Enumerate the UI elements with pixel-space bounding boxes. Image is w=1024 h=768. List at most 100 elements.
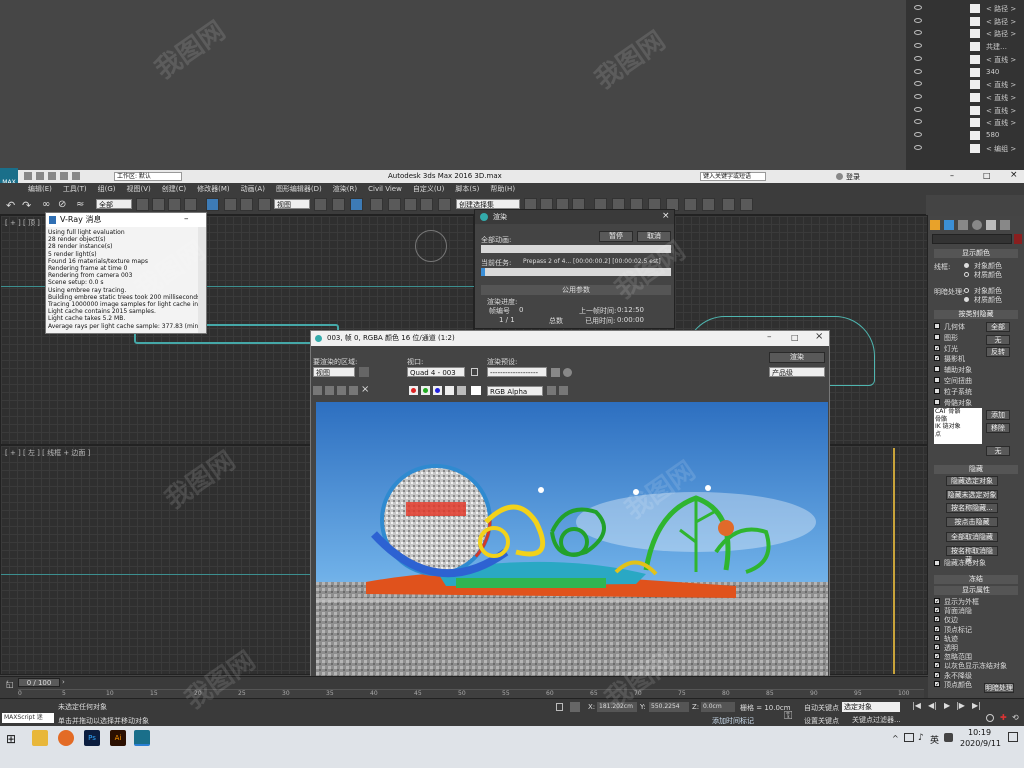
menu-item[interactable]: 创建(C) xyxy=(162,183,186,195)
menu-item[interactable]: 动画(A) xyxy=(241,183,265,195)
display-prop-checkbox[interactable]: ✓ xyxy=(934,616,940,623)
undo-icon[interactable] xyxy=(60,172,68,180)
list-item[interactable]: 点 xyxy=(935,431,982,439)
pan-icon[interactable]: ✚ xyxy=(1000,713,1007,722)
category-none-button[interactable]: 无 xyxy=(986,335,1010,345)
render-production-icon[interactable] xyxy=(684,198,697,211)
category-list[interactable]: CAT 骨骼 骨骼 IK 链对象点 xyxy=(934,408,982,444)
utilities-tab-icon[interactable] xyxy=(1000,220,1010,230)
display-prop-checkbox[interactable]: ✓ xyxy=(934,625,940,632)
edit-named-sets-icon[interactable] xyxy=(438,198,451,211)
login-button[interactable]: 登录 xyxy=(846,172,860,182)
orbit-icon[interactable]: ⟲ xyxy=(1012,713,1019,722)
go-end-icon[interactable]: ▶| xyxy=(972,701,981,710)
zoom-icon[interactable] xyxy=(986,714,994,722)
close-icon[interactable]: × xyxy=(815,331,823,342)
workspace-dropdown[interactable]: 工作区: 默认 xyxy=(114,172,182,181)
menu-item[interactable]: 视图(V) xyxy=(127,183,151,195)
print-icon[interactable] xyxy=(349,386,358,395)
toggle-ui-icon[interactable] xyxy=(547,386,556,395)
select-manipulate-icon[interactable] xyxy=(332,198,345,211)
shading-button[interactable]: 明暗处理 xyxy=(984,683,1014,693)
viewport-left-label[interactable]: [ + ] [ 左 ] [ 线框 + 边面 ] xyxy=(5,448,90,458)
y-field[interactable]: 550.2254 xyxy=(649,702,689,712)
hierarchy-tab-icon[interactable] xyxy=(958,220,968,230)
alpha-channel-icon[interactable] xyxy=(445,386,454,395)
visibility-eye-icon[interactable] xyxy=(914,144,922,150)
hide-option-button[interactable]: 隐藏选定对象 xyxy=(946,476,998,486)
prev-frame-icon[interactable]: ‹ xyxy=(6,678,9,686)
list-item[interactable]: 骨骼 xyxy=(935,416,982,424)
area-dropdown[interactable]: 视图 xyxy=(313,367,355,377)
search-input[interactable]: 键入关键字或短语 xyxy=(700,172,766,181)
vray-frame-buffer-icon[interactable] xyxy=(722,198,735,211)
category-checkbox[interactable] xyxy=(934,366,940,373)
set-key-label[interactable]: 设置关键点 xyxy=(804,716,839,726)
3dsmax-taskbar-icon[interactable] xyxy=(134,730,150,746)
file-explorer-icon[interactable] xyxy=(32,730,48,746)
select-object-icon[interactable] xyxy=(136,198,149,211)
visibility-eye-icon[interactable] xyxy=(914,17,922,23)
menu-item[interactable]: 帮助(H) xyxy=(490,183,515,195)
clone-window-icon[interactable] xyxy=(337,386,346,395)
hide-option-button[interactable]: 全部取消隐藏 xyxy=(946,532,998,542)
menu-item[interactable]: 组(G) xyxy=(98,183,116,195)
add-button[interactable]: 添加 xyxy=(986,410,1010,420)
layer-row[interactable]: < 路径 > xyxy=(910,27,1024,40)
common-params-header[interactable]: 公用参数 xyxy=(481,285,671,295)
category-checkbox[interactable]: ✓ xyxy=(934,355,940,362)
layer-row[interactable]: < 直线 > xyxy=(910,78,1024,91)
category-all-button[interactable]: 全部 xyxy=(986,322,1010,332)
timeline[interactable]: ◱ 0 / 100 ‹ › 0 5 10 15 20 25 30 35 40 45 50 55 60 65… xyxy=(0,676,928,698)
maxscript-listener[interactable]: MAXScript 迷 xyxy=(2,713,54,723)
channel-dropdown[interactable]: RGB Alpha xyxy=(487,386,543,396)
undo-icon[interactable]: ↶ xyxy=(6,199,15,212)
display-prop-checkbox[interactable]: ✓ xyxy=(934,598,940,605)
pause-button[interactable]: 暂停 xyxy=(599,231,633,242)
hide-header[interactable]: 隐藏 xyxy=(934,465,1018,474)
play-icon[interactable]: ▶ xyxy=(944,701,950,710)
menu-item[interactable]: Civil View xyxy=(368,183,402,195)
visibility-eye-icon[interactable] xyxy=(914,43,922,49)
category-checkbox[interactable] xyxy=(934,333,940,340)
keyboard-shortcut-icon[interactable] xyxy=(350,198,363,211)
minimize-icon[interactable]: – xyxy=(950,171,954,180)
named-selection-set-dropdown[interactable]: 创建选择集 xyxy=(456,199,520,209)
rect-selection-icon[interactable] xyxy=(168,198,181,211)
mono-icon[interactable] xyxy=(457,386,466,395)
maximize-icon[interactable]: □ xyxy=(791,333,799,342)
minimize-icon[interactable]: – xyxy=(184,214,189,224)
volume-icon[interactable]: ♪ xyxy=(918,733,924,743)
minimize-icon[interactable]: – xyxy=(767,332,772,342)
save-image-icon[interactable] xyxy=(313,386,322,395)
x-field[interactable]: 181.202cm xyxy=(597,702,637,712)
vray-toolbar-icon[interactable] xyxy=(740,198,753,211)
photoshop-icon[interactable]: Ps xyxy=(84,730,100,746)
display-tab-icon[interactable] xyxy=(986,220,996,230)
layer-row[interactable]: < 路径 > xyxy=(910,2,1024,15)
lock-selection-icon[interactable] xyxy=(556,703,563,711)
ime-indicator[interactable]: 英 xyxy=(930,733,939,746)
layer-row[interactable]: 340 xyxy=(910,66,1024,79)
freeze-header[interactable]: 冻结 xyxy=(934,575,1018,584)
select-scale-icon[interactable] xyxy=(240,198,253,211)
layer-row[interactable]: < 直线 > xyxy=(910,116,1024,129)
menu-item[interactable]: 渲染(R) xyxy=(333,183,357,195)
clock-date[interactable]: 2020/9/11 xyxy=(960,739,1001,748)
key-icon[interactable]: ⚿ xyxy=(784,709,792,723)
viewport-top-label[interactable]: [ + ] [ 顶 ] xyxy=(5,218,40,228)
menu-item[interactable]: 修改器(M) xyxy=(197,183,230,195)
layer-row[interactable]: < 路径 > xyxy=(910,15,1024,28)
input-method-icon[interactable] xyxy=(944,733,953,742)
selection-filter-dropdown[interactable]: 全部 xyxy=(96,199,132,209)
open-file-icon[interactable] xyxy=(36,172,44,180)
modify-tab-icon[interactable] xyxy=(944,220,954,230)
select-by-name-icon[interactable] xyxy=(152,198,165,211)
layer-row[interactable]: < 直线 > xyxy=(910,91,1024,104)
hide-option-button[interactable]: 按点击隐藏 xyxy=(946,516,998,527)
menu-item[interactable]: 脚本(S) xyxy=(455,183,479,195)
radio-material-color[interactable] xyxy=(964,272,969,277)
key-filter-button[interactable]: 关键点过滤器... xyxy=(852,715,901,725)
prev-key-icon[interactable]: ◀| xyxy=(928,701,937,710)
illustrator-icon[interactable]: Ai xyxy=(110,730,126,746)
